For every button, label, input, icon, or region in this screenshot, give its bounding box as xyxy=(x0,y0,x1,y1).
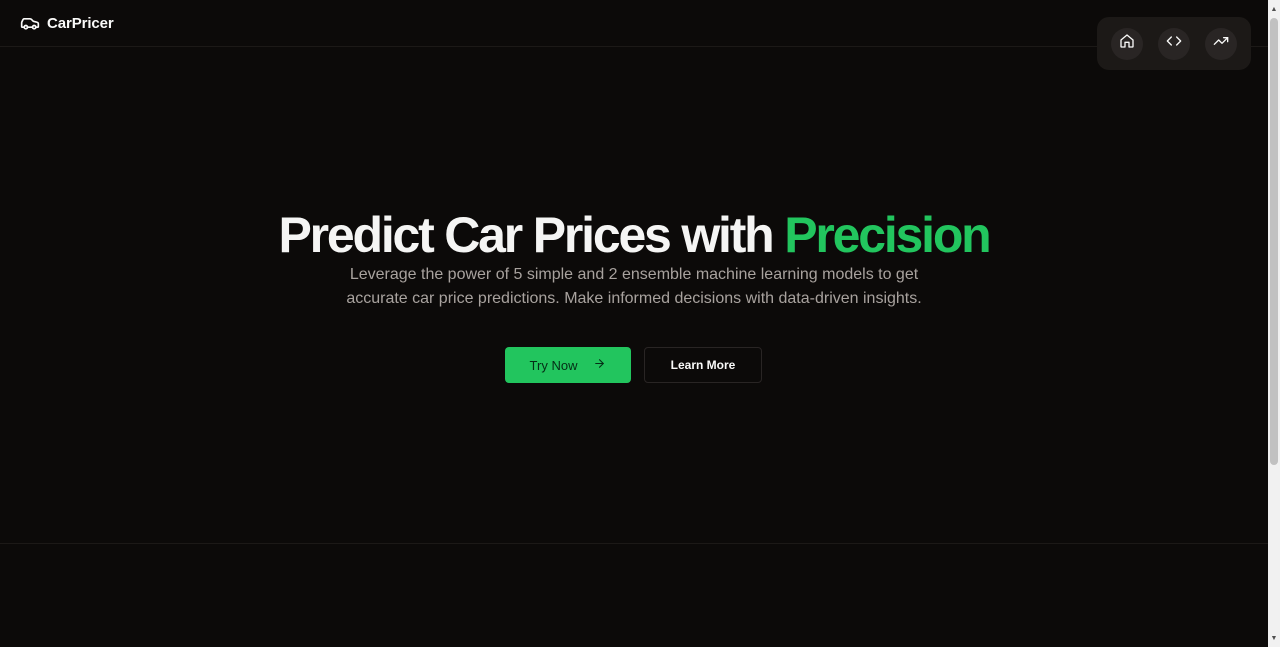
try-now-label: Try Now xyxy=(529,357,578,373)
brand-name: CarPricer xyxy=(47,14,114,32)
scroll-down-arrow-icon[interactable]: ▼ xyxy=(1268,631,1280,645)
page: CarPricer Predict Car Prices with Precis… xyxy=(0,0,1280,647)
site-header: CarPricer xyxy=(0,0,1268,47)
headline-main: Predict Car Prices with xyxy=(278,207,785,263)
scrollbar-thumb[interactable] xyxy=(1270,18,1278,465)
brand[interactable]: CarPricer xyxy=(20,13,114,33)
hero-subtitle: Leverage the power of 5 simple and 2 ens… xyxy=(346,266,922,307)
arrow-right-icon xyxy=(593,357,606,373)
scrollbar[interactable]: ▲ ▼ xyxy=(1268,0,1280,647)
hero-section: Predict Car Prices with Precision Levera… xyxy=(0,47,1268,544)
try-now-button[interactable]: Try Now xyxy=(505,347,631,383)
scroll-up-arrow-icon[interactable]: ▲ xyxy=(1268,2,1280,16)
learn-more-button[interactable]: Learn More xyxy=(644,347,762,383)
hero-headline: Predict Car Prices with Precision xyxy=(0,210,1268,260)
headline-accent: Precision xyxy=(784,207,992,263)
car-icon xyxy=(20,13,40,33)
hero-buttons: Try Now Learn More xyxy=(505,347,762,383)
